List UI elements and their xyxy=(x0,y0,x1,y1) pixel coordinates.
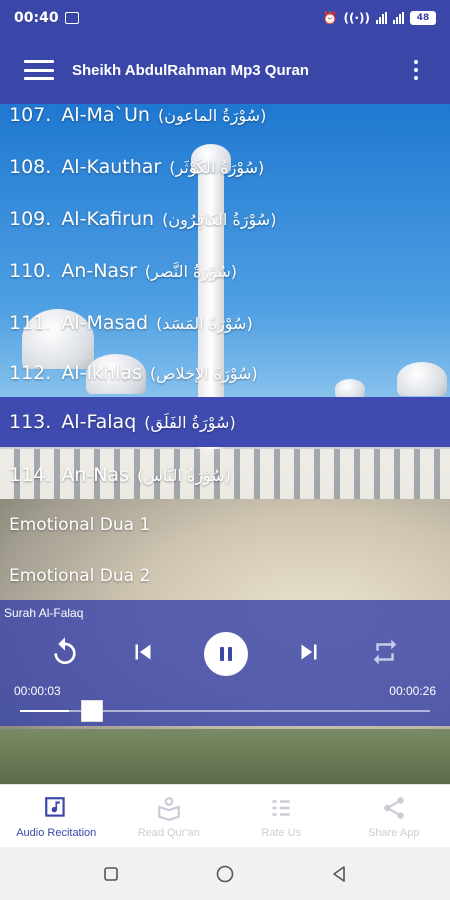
list-item[interactable]: 112. Al-Ikhlas (سُوْرَةُ الإخلاص) xyxy=(0,348,450,398)
nav-rate-us[interactable]: Rate Us xyxy=(225,785,338,847)
list-item[interactable]: Emotional Dua 2 xyxy=(0,551,450,601)
nav-label: Read Qur'an xyxy=(137,827,200,839)
replay-button[interactable] xyxy=(46,634,84,670)
bottom-navigation: Audio Recitation Read Qur'an Rate Us Sha… xyxy=(0,784,450,847)
nav-read-quran[interactable]: Read Qur'an xyxy=(113,785,226,847)
app-title: Sheikh AbdulRahman Mp3 Quran xyxy=(72,61,309,79)
status-time: 00:40 xyxy=(14,10,59,26)
signal-icon xyxy=(376,12,387,24)
list-item[interactable]: 109. Al-Kafirun (سُوْرَةُ الكافِرُون) xyxy=(0,194,450,244)
book-reader-icon xyxy=(157,797,180,821)
hotspot-icon: ((·)) xyxy=(343,11,371,25)
battery-icon: 48 xyxy=(410,11,436,25)
pause-icon xyxy=(218,647,234,661)
list-item[interactable]: 110. An-Nasr (سُوْرَةُ النَّصر) xyxy=(0,246,450,296)
now-playing-title: Surah Al-Falaq xyxy=(4,606,84,620)
list-item[interactable]: 107. Al-Ma`Un (سُوْرَةُ الماعون) xyxy=(0,104,450,140)
next-button[interactable] xyxy=(290,634,328,670)
share-icon xyxy=(384,797,404,819)
home-icon xyxy=(216,865,234,882)
list-item-selected[interactable]: 113. Al-Falaq (سُوْرَةُ الفَلَق) xyxy=(0,397,450,447)
total-duration: 00:00:26 xyxy=(389,684,436,698)
list-item[interactable]: Emotional Dua 1 xyxy=(0,500,450,550)
menu-icon[interactable] xyxy=(24,60,54,80)
recents-button[interactable] xyxy=(100,863,122,885)
back-icon xyxy=(333,865,345,882)
system-navigation-bar xyxy=(0,847,450,900)
back-button[interactable] xyxy=(328,863,350,885)
nav-label: Rate Us xyxy=(261,827,302,839)
home-button[interactable] xyxy=(214,863,236,885)
nav-label: Audio Recitation xyxy=(16,827,97,839)
nav-share-app[interactable]: Share App xyxy=(338,785,450,847)
list-item[interactable]: 111. Al-Masad (سُوْرَةُ المَسَد) xyxy=(0,298,450,348)
alarm-icon: ⏰ xyxy=(322,11,338,25)
repeat-button[interactable] xyxy=(366,634,404,670)
repeat-icon xyxy=(373,639,397,665)
music-note-icon xyxy=(45,797,65,817)
pause-button[interactable] xyxy=(204,632,248,676)
nav-audio-recitation[interactable]: Audio Recitation xyxy=(0,785,113,847)
app-bar: Sheikh AbdulRahman Mp3 Quran xyxy=(0,36,450,104)
list-item[interactable]: 108. Al-Kauthar (سُوْرَةُ الكَوْثَر) xyxy=(0,142,450,192)
skip-next-icon xyxy=(301,644,317,660)
skip-previous-icon xyxy=(135,644,151,660)
rate-list-icon xyxy=(272,800,290,816)
signal-icon-2 xyxy=(393,12,404,24)
previous-button[interactable] xyxy=(124,634,162,670)
list-item[interactable]: 114. An-Nas (سُوْرَةُ النَّاس) xyxy=(0,450,450,500)
seek-progress xyxy=(20,710,70,712)
more-options-icon[interactable] xyxy=(414,60,418,80)
seek-bar[interactable] xyxy=(20,700,430,722)
audio-player: Surah Al-Falaq 00:00:03 00:00:26 xyxy=(0,600,450,726)
status-bar: 00:40 ⏰ ((·)) 48 xyxy=(0,0,450,36)
recents-icon xyxy=(104,866,118,881)
replay-icon xyxy=(54,637,76,664)
nav-label: Share App xyxy=(368,827,420,839)
gallery-notification-icon xyxy=(64,12,79,24)
elapsed-time: 00:00:03 xyxy=(14,684,61,698)
seek-thumb[interactable] xyxy=(81,700,104,722)
